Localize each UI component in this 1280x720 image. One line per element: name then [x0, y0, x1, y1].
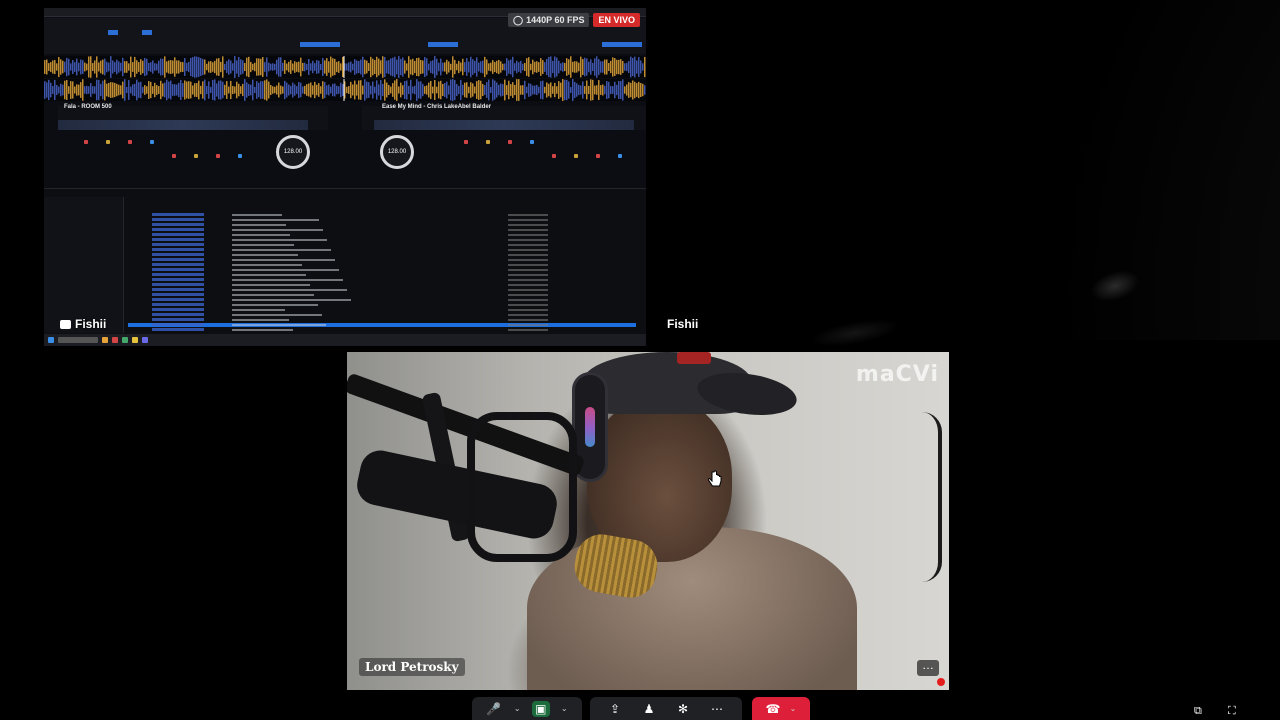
camera-options-chevron-icon[interactable]: ⌄ [559, 701, 569, 717]
meeting-actions: ⇪ ♟ ✻ ⋯ [590, 697, 742, 720]
microphone-icon[interactable]: 🎤 [485, 701, 503, 717]
tile-more-options-button[interactable]: … [917, 658, 939, 676]
pad[interactable] [574, 154, 578, 158]
table-row[interactable] [128, 213, 636, 217]
deck-b-jog-wheel[interactable]: 128.00 [380, 135, 414, 169]
mic-options-chevron-icon[interactable]: ⌄ [512, 701, 522, 717]
headphone-rgb-light [585, 407, 595, 447]
table-row[interactable] [128, 243, 636, 247]
participant-video-tile[interactable] [660, 0, 1280, 340]
table-row[interactable] [128, 318, 636, 322]
leave-options-chevron-icon[interactable]: ⌄ [788, 701, 798, 717]
table-row[interactable] [128, 223, 636, 227]
screen-share-tile[interactable]: ◯ 1440P 60 FPS EN VIVO Fala - ROOM 500 E… [44, 8, 646, 346]
table-row[interactable] [128, 278, 636, 282]
effects-icon[interactable]: ✻ [674, 701, 692, 717]
live-badge: EN VIVO [593, 13, 640, 27]
table-row[interactable] [128, 248, 636, 252]
waveform-deck-a [44, 56, 646, 78]
resolution-badge: ◯ 1440P 60 FPS [508, 13, 590, 27]
pad[interactable] [238, 154, 242, 158]
pad[interactable] [84, 140, 88, 144]
table-row[interactable] [128, 258, 636, 262]
deck-a-title: Fala - ROOM 500 [64, 104, 112, 110]
pad[interactable] [508, 140, 512, 144]
popout-icon[interactable]: ⧉ [1194, 705, 1210, 719]
video-camera-icon[interactable]: ▣ [531, 700, 550, 717]
camera-video-tile[interactable]: maCVi Lord Petrosky … [347, 352, 949, 690]
table-row[interactable] [128, 288, 636, 292]
pad[interactable] [216, 154, 220, 158]
cap-logo [677, 352, 711, 364]
table-row[interactable] [128, 233, 636, 237]
pad[interactable] [194, 154, 198, 158]
table-row[interactable] [128, 268, 636, 272]
table-row[interactable] [128, 308, 636, 312]
waveform-deck-b [44, 79, 646, 101]
ivcam-watermark: maCVi [855, 362, 939, 387]
table-row[interactable] [128, 298, 636, 302]
pad[interactable] [552, 154, 556, 158]
recording-dot [937, 678, 945, 686]
deck-b-overview [374, 120, 634, 130]
meeting-controls: 🎤 ⌄ ▣ ⌄ ⇪ ♟ ✻ ⋯ ☎ ⌄ [0, 697, 1280, 720]
pad[interactable] [464, 140, 468, 144]
camera-name-label: Lord Petrosky [359, 658, 465, 676]
table-row[interactable] [128, 253, 636, 257]
deck-b-title: Ease My Mind - Chris LakeAbel Balder [382, 104, 492, 110]
deck-a-jog-wheel[interactable]: 128.00 [276, 135, 310, 169]
table-row[interactable] [128, 328, 636, 332]
leave-call-button[interactable]: ☎ ⌄ [752, 697, 810, 720]
share-tile-label: Fishii [60, 317, 106, 331]
pad[interactable] [486, 140, 490, 144]
share-screen-icon[interactable]: ⇪ [606, 701, 624, 717]
track-library[interactable] [44, 188, 646, 334]
mic-shock-mount [467, 412, 577, 562]
screen-share-icon [60, 319, 71, 329]
participant-name-label: Fishii [667, 317, 699, 331]
fullscreen-icon[interactable]: ⛶ [1228, 705, 1244, 719]
windows-taskbar [44, 334, 646, 346]
table-row[interactable] [128, 238, 636, 242]
more-icon[interactable]: ⋯ [708, 701, 726, 717]
table-row[interactable] [128, 283, 636, 287]
pad[interactable] [150, 140, 154, 144]
people-icon[interactable]: ♟ [640, 701, 658, 717]
stream-status: ◯ 1440P 60 FPS EN VIVO [508, 13, 640, 27]
hand-cursor-icon [707, 470, 722, 487]
cable [902, 412, 942, 582]
pad[interactable] [596, 154, 600, 158]
table-row[interactable] [128, 323, 636, 327]
table-row[interactable] [128, 313, 636, 317]
deck-a-overview [58, 120, 308, 130]
more-dots-icon: … [922, 658, 934, 672]
stream-icon: ◯ [513, 14, 524, 25]
table-row[interactable] [128, 218, 636, 222]
table-row[interactable] [128, 228, 636, 232]
pad[interactable] [618, 154, 622, 158]
table-row[interactable] [128, 263, 636, 267]
phone-hangup-icon: ☎ [765, 701, 781, 716]
pad[interactable] [530, 140, 534, 144]
table-row[interactable] [128, 273, 636, 277]
pad[interactable] [106, 140, 110, 144]
pad[interactable] [128, 140, 132, 144]
pad[interactable] [172, 154, 176, 158]
table-row[interactable] [128, 303, 636, 307]
table-row[interactable] [128, 293, 636, 297]
library-sidebar[interactable] [44, 197, 124, 333]
av-controls: 🎤 ⌄ ▣ ⌄ [472, 697, 582, 720]
